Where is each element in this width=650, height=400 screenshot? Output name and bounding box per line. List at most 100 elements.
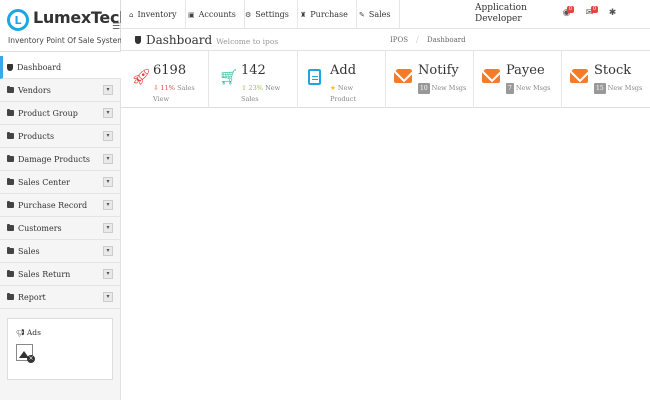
menu-toggle-icon[interactable]: ☰ [112,22,120,32]
folder-icon [7,86,14,93]
stat-subtext: 10 New Msgs [418,83,478,94]
shield-icon [135,36,141,44]
logo-icon: L [7,9,29,31]
stat-value: Notify [418,63,459,78]
stat-tile-new-sales[interactable]: 🛒︎ 142 ⇧ 23% New Sales [209,51,298,108]
folder-icon [7,178,14,185]
sidebar-item-product-group[interactable]: Product Group ▾ [0,102,121,125]
sidebar-item-sales[interactable]: Sales ▾ [0,240,121,263]
stat-subtext: ⇧ 23% New Sales [241,83,293,105]
chevron-down-icon[interactable]: ▾ [103,85,113,95]
sidebar-item-vendors[interactable]: Vendors ▾ [0,79,121,102]
user-name[interactable]: Application Developer [475,3,545,25]
sidebar-item-label: Customers [18,223,62,233]
stat-tile-stock[interactable]: Stock 15 New Msgs [562,51,650,108]
brand-tagline: Inventory Point Of Sale System [8,36,125,45]
stat-tile-add-product[interactable]: Add ★ New Product [298,51,386,108]
nav-sales[interactable]: ✎ Sales [351,0,400,29]
stat-value: Add [330,63,357,78]
chevron-down-icon[interactable]: ▾ [103,154,113,164]
stat-tile-payee[interactable]: Payee 7 New Msgs [474,51,562,108]
nav-label: Inventory [137,10,177,19]
sidebar-item-products[interactable]: Products ▾ [0,125,121,148]
stat-tile-sales[interactable]: 🚀︎ 6198 ⇩ 11% Sales View [121,51,209,108]
sidebar-item-dashboard[interactable]: Dashboard [0,56,121,79]
home-icon: ⌂ [129,10,134,19]
page-title: Dashboard Welcome to ipos [135,33,278,47]
bullhorn-icon: 📢︎ [16,329,25,337]
sidebar-item-damage-products[interactable]: Damage Products ▾ [0,148,121,171]
chevron-down-icon[interactable]: ▾ [103,246,113,256]
msg-count: 15 [594,83,606,94]
shield-icon [7,63,13,71]
stat-subtext: 15 New Msgs [594,83,650,94]
sidebar-item-report[interactable]: Report ▾ [0,286,121,309]
breadcrumb-separator: / [416,35,419,44]
sidebar-item-label: Purchase Record [18,200,88,210]
nav-purchase[interactable]: ♜ Purchase [292,0,357,29]
sidebar-item-label: Product Group [18,108,78,118]
breadcrumb-dashboard: Dashboard [427,36,466,44]
trophy-icon: ♜ [300,10,307,19]
folder-icon [7,293,14,300]
nav-label: Settings [255,10,289,19]
document-icon [308,69,321,85]
chevron-down-icon[interactable]: ▾ [103,223,113,233]
sidebar-item-customers[interactable]: Customers ▾ [0,217,121,240]
envelope-icon [394,69,412,83]
chevron-down-icon[interactable]: ▾ [103,269,113,279]
sidebar-item-label: Vendors [18,85,51,95]
gears-icon: ⚙ [245,10,252,19]
folder-icon [7,247,14,254]
ads-panel: 📢︎ Ads × [7,318,113,380]
sidebar-item-label: Sales Return [18,269,71,279]
sidebar-item-label: Damage Products [18,154,91,164]
chevron-down-icon[interactable]: ▾ [103,131,113,141]
msg-count: 7 [506,83,514,94]
trend-down-icon: ⇩ [153,84,159,92]
chevron-down-icon[interactable]: ▾ [103,108,113,118]
nav-inventory[interactable]: ⌂ Inventory [121,0,186,29]
folder-icon [7,109,14,116]
pen-icon: ✎ [359,10,365,19]
stat-value: Payee [506,63,545,78]
sidebar-item-label: Sales [18,246,40,256]
star-icon: ★ [330,84,336,92]
nav-label: Accounts [198,10,236,19]
sidebar-item-sales-center[interactable]: Sales Center ▾ [0,171,121,194]
stat-percent: 23% [248,84,263,92]
chevron-down-icon[interactable]: ▾ [103,292,113,302]
breadcrumb-ipos[interactable]: IPOS [390,36,408,44]
sidebar-item-purchase-record[interactable]: Purchase Record ▾ [0,194,121,217]
stat-subtext: ⇩ 11% Sales View [153,83,205,105]
page-title-text: Dashboard [146,33,213,47]
stat-tile-notify[interactable]: Notify 10 New Msgs [386,51,474,108]
cart-icon: 🛒︎ [219,68,239,86]
sidebar-item-label: Dashboard [17,62,62,72]
stat-subtext: ★ New Product [330,83,370,105]
nav-accounts[interactable]: ▣ Accounts [180,0,245,29]
gear-icon[interactable]: ✱ [607,8,618,19]
notification-badge: 0 [567,6,574,13]
nav-label: Sales [368,10,391,19]
stat-percent: 11% [160,84,175,92]
chevron-down-icon[interactable]: ▾ [103,177,113,187]
trend-up-icon: ⇧ [241,84,247,92]
stat-value: Stock [594,63,632,78]
stat-value: 142 [241,63,266,78]
chevron-down-icon[interactable]: ▾ [103,200,113,210]
nav-label: Purchase [310,10,348,19]
folder-icon [7,270,14,277]
money-icon: ▣ [188,10,195,19]
folder-icon [7,224,14,231]
brand-header: L LumexTech Inventory Point Of Sale Syst… [0,0,131,52]
image-placeholder-icon[interactable]: × [16,344,35,363]
nav-settings[interactable]: ⚙ Settings [237,0,298,29]
sidebar-item-sales-return[interactable]: Sales Return ▾ [0,263,121,286]
mail-badge: 0 [591,6,598,13]
stats-row: 🚀︎ 6198 ⇩ 11% Sales View 🛒︎ 142 ⇧ 23% Ne… [121,51,650,108]
sidebar-item-label: Sales Center [18,177,70,187]
sidebar-item-label: Products [18,131,55,141]
folder-icon [7,132,14,139]
msg-count: 10 [418,83,430,94]
